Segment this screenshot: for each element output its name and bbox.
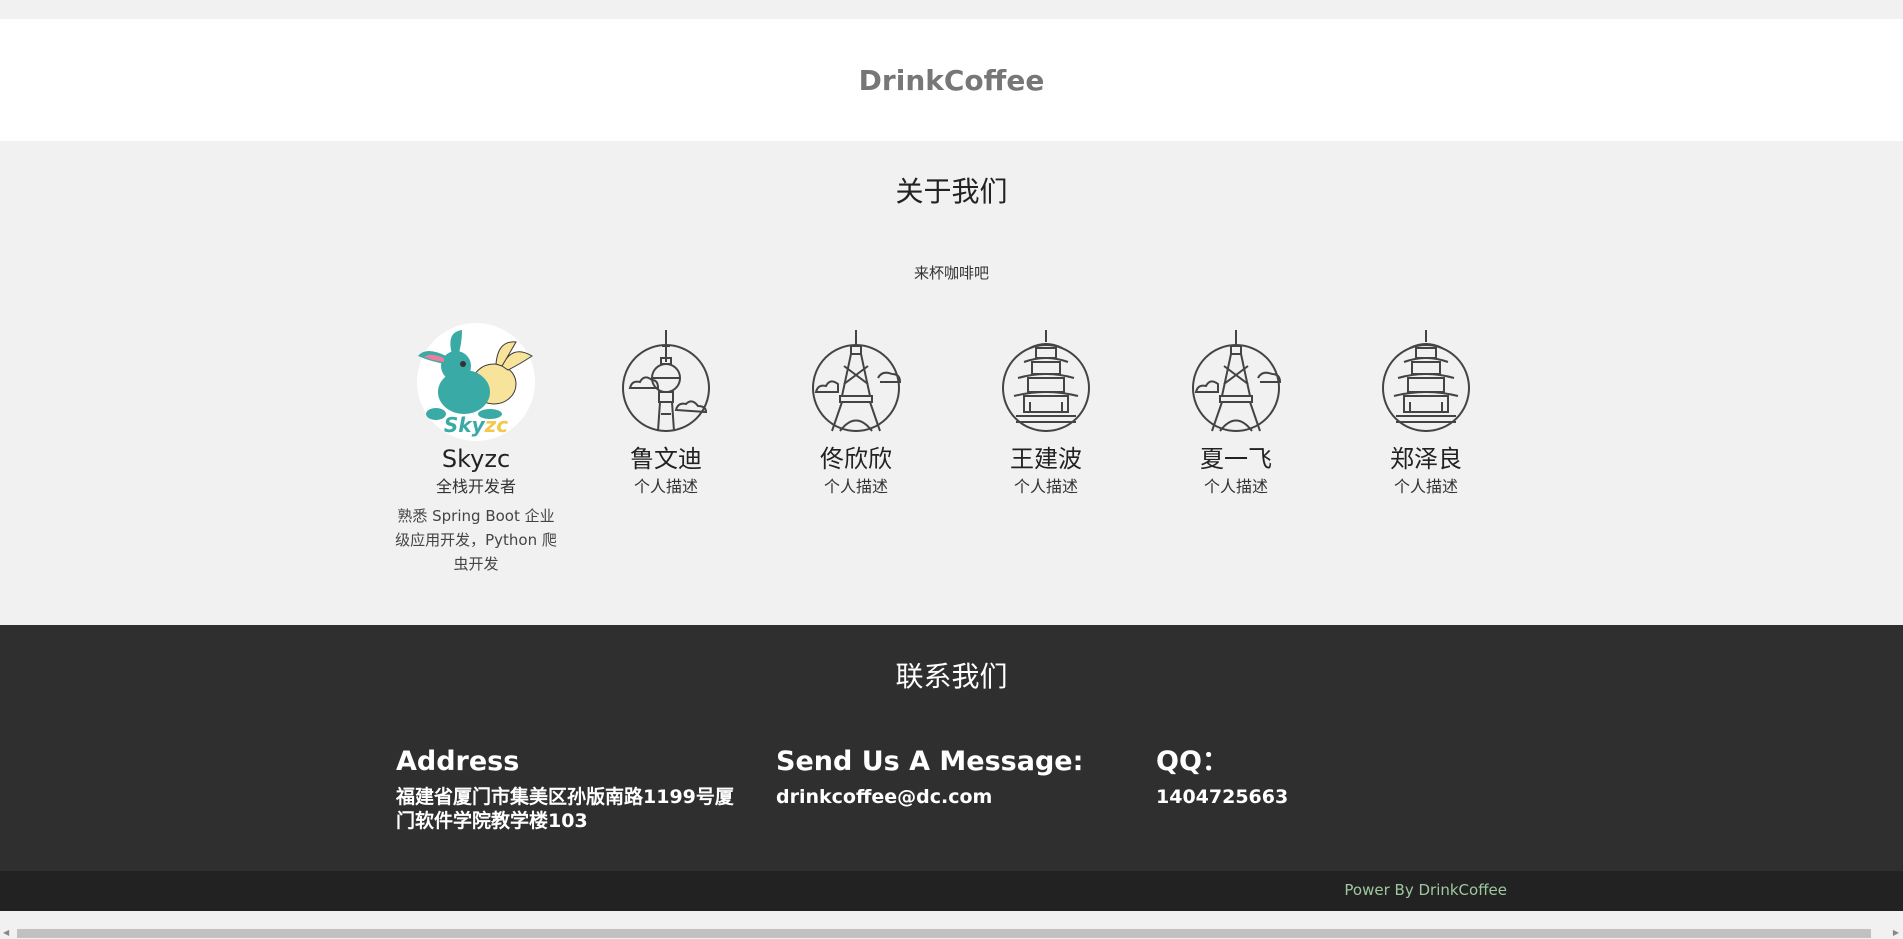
about-title: 关于我们 (895, 175, 1008, 208)
about-subtitle: 来杯咖啡吧 (913, 264, 989, 282)
message-block: Send Us A Message: drinkcoffee@dc.com (776, 745, 1126, 809)
brand-title[interactable]: DrinkCoffee (859, 64, 1045, 97)
qq-number: 1404725663 (1156, 786, 1289, 808)
email-text[interactable]: drinkcoffee@dc.com (776, 785, 1126, 809)
scrollbar-thumb[interactable] (17, 929, 1871, 938)
address-block: Address 福建省厦门市集美区孙版南路1199号厦门软件学院教学楼103 (396, 745, 746, 833)
eiffel-tower-icon (1192, 330, 1282, 432)
qq-block: QQ： 1404725663 (1156, 745, 1506, 809)
team-list: Skyzc Skyzc 全栈开发者 熟悉 Spring Boot 企业级应用开发… (0, 322, 1903, 582)
contact-title: 联系我们 (895, 660, 1008, 693)
message-heading: Send Us A Message: (776, 746, 1084, 777)
member-description: 熟悉 Spring Boot 企业级应用开发，Python 爬虫开发 (395, 507, 557, 573)
member-name: 夏一飞 (1200, 445, 1272, 473)
horizontal-scrollbar[interactable]: ◀ ▶ (0, 926, 1903, 939)
contact-section: 联系我们 Address 福建省厦门市集美区孙版南路1199号厦门软件学院教学楼… (0, 625, 1903, 871)
tv-tower-icon (622, 330, 710, 432)
member-role: 个人描述 (1393, 477, 1458, 496)
address-heading: Address (396, 746, 520, 777)
member-card: 鲁文迪 个人描述 (581, 322, 751, 498)
pagoda-icon (1002, 330, 1090, 432)
rabbit-avatar: Skyzc (417, 323, 535, 441)
member-name: 王建波 (1010, 445, 1082, 473)
site-header: DrinkCoffee (0, 19, 1903, 141)
scroll-right-arrow-icon[interactable]: ▶ (1893, 928, 1899, 937)
svg-text:Skyzc: Skyzc (444, 413, 508, 437)
member-name: Skyzc (441, 445, 511, 473)
member-role: 个人描述 (823, 477, 888, 496)
member-card: Skyzc Skyzc 全栈开发者 熟悉 Spring Boot 企业级应用开发… (391, 322, 561, 576)
member-name: 佟欣欣 (820, 445, 892, 473)
member-role: 个人描述 (633, 477, 698, 496)
address-text: 福建省厦门市集美区孙版南路1199号厦门软件学院教学楼103 (396, 786, 734, 832)
site-footer: Power By DrinkCoffee (0, 871, 1903, 911)
member-name: 郑泽良 (1390, 445, 1462, 473)
member-card: 佟欣欣 个人描述 (771, 322, 941, 498)
qq-heading: QQ： (1156, 746, 1229, 777)
top-strip (0, 0, 1903, 19)
member-card: 王建波 个人描述 (961, 322, 1131, 498)
member-role: 个人描述 (1013, 477, 1078, 496)
member-card: 郑泽良 个人描述 (1341, 322, 1511, 498)
eiffel-tower-icon (812, 330, 902, 432)
member-role: 个人描述 (1203, 477, 1268, 496)
pagoda-icon (1382, 330, 1470, 432)
scroll-left-arrow-icon[interactable]: ◀ (3, 928, 9, 937)
member-role: 全栈开发者 (435, 477, 516, 496)
member-name: 鲁文迪 (630, 445, 702, 473)
member-card: 夏一飞 个人描述 (1151, 322, 1321, 498)
power-by-text[interactable]: Power By DrinkCoffee (1344, 881, 1507, 899)
